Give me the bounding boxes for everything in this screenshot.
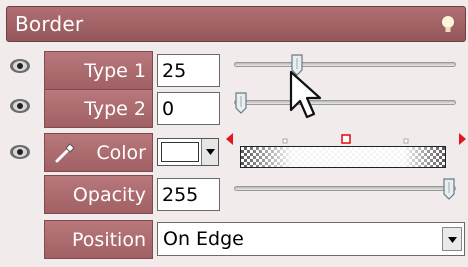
color-swatch-button[interactable] — [157, 138, 219, 166]
type2-input[interactable]: 0 — [157, 92, 220, 125]
opacity-slider-track[interactable] — [234, 186, 456, 191]
eye-icon[interactable] — [8, 95, 34, 117]
panel-title: Border — [15, 12, 84, 36]
position-select[interactable]: On Edge — [157, 222, 465, 256]
type1-value: 25 — [162, 59, 187, 82]
mouse-cursor-icon — [289, 70, 322, 119]
dropdown-arrow-icon — [448, 237, 457, 243]
border-panel: Border Type 1 25 Type 2 0 Color Opacity … — [0, 0, 468, 267]
color-swatch — [161, 142, 199, 162]
opacity-slider-thumb[interactable] — [442, 178, 456, 200]
opacity-label-text: Opacity — [72, 183, 146, 206]
position-label-text: Position — [72, 228, 146, 251]
position-value: On Edge — [163, 228, 244, 250]
gradient-stop-markers[interactable] — [226, 132, 466, 146]
color-label-text: Color — [96, 141, 146, 164]
type1-label: Type 1 — [44, 51, 153, 90]
dropdown-arrow-icon — [206, 149, 215, 155]
type2-slider-track[interactable] — [234, 100, 456, 105]
eyedropper-icon[interactable] — [54, 142, 76, 164]
type2-slider-thumb[interactable] — [234, 92, 248, 114]
opacity-input[interactable]: 255 — [157, 178, 220, 211]
type2-value: 0 — [162, 97, 175, 120]
opacity-value: 255 — [162, 183, 199, 206]
type1-label-text: Type 1 — [84, 59, 146, 82]
type2-label: Type 2 — [44, 89, 153, 128]
type1-slider-track[interactable] — [234, 62, 456, 67]
type2-label-text: Type 2 — [84, 97, 146, 120]
color-dropdown-button[interactable] — [201, 139, 218, 165]
position-label: Position — [44, 220, 153, 259]
lightbulb-icon[interactable] — [441, 15, 455, 35]
opacity-label: Opacity — [44, 175, 153, 214]
panel-header[interactable]: Border — [6, 6, 466, 42]
position-dropdown-button[interactable] — [442, 227, 462, 251]
type1-input[interactable]: 25 — [157, 54, 220, 87]
eye-icon[interactable] — [8, 55, 34, 77]
eye-icon[interactable] — [8, 141, 34, 163]
opacity-gradient-bar[interactable] — [240, 146, 446, 168]
